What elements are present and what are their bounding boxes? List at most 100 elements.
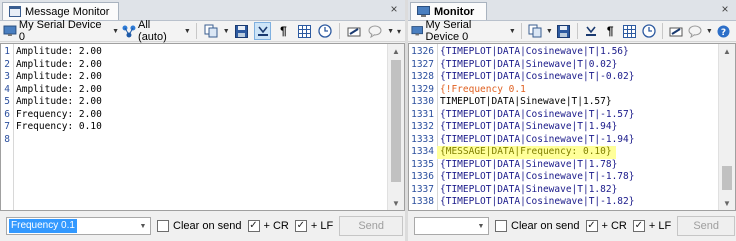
toolbar-separator <box>339 23 341 39</box>
scroll-down-icon[interactable]: ▼ <box>388 196 404 210</box>
log-line: 1334 {MESSAGE|DATA|Frequency: 0.10} <box>409 146 718 159</box>
checkbox-label: Clear on send <box>173 220 242 232</box>
device-label: My Serial Device 0 <box>18 19 102 43</box>
line-text: Frequency: 2.00 <box>16 108 102 120</box>
send-input[interactable]: ▼ <box>414 217 489 235</box>
help-button[interactable]: ? <box>716 22 732 40</box>
line-number: 6 <box>4 108 10 120</box>
line-number: 1329 <box>411 83 434 95</box>
clear-button[interactable] <box>668 22 684 40</box>
send-button[interactable]: Send <box>339 216 404 236</box>
scroll-up-icon[interactable]: ▲ <box>388 44 404 58</box>
monitor-log[interactable]: 1326 {TIMEPLOT|DATA|Cosinewave|T|1.56} 132… <box>408 43 736 211</box>
pilcrow-icon: ¶ <box>606 24 614 38</box>
toolbar: My Serial Device 0 ▼ ▼ ¶ ▼ ? <box>408 19 736 43</box>
show-line-endings-button[interactable]: ¶ <box>274 22 292 40</box>
line-text: {TIMEPLOT|DATA|Cosinewave|T|-1.78} <box>440 171 635 182</box>
checkmark-icon: ✓ <box>632 220 645 232</box>
copy-icon <box>528 24 542 38</box>
grid-icon <box>297 24 311 38</box>
line-number: 1334 <box>411 146 434 157</box>
cr-checkbox[interactable]: ✓ + CR <box>247 220 289 232</box>
timestamp-button[interactable] <box>640 22 656 40</box>
copy-button[interactable] <box>202 22 220 40</box>
line-text: {MESSAGE|DATA|Frequency: 0.10} <box>437 146 616 159</box>
line-number: 1328 <box>411 71 434 82</box>
log-line: 1331 {TIMEPLOT|DATA|Cosinewave|T|-1.57} <box>409 109 718 122</box>
filter-label: All (auto) <box>138 19 167 43</box>
chevron-down-icon[interactable]: ▼ <box>706 28 713 35</box>
autoscroll-button[interactable] <box>583 22 599 40</box>
line-text: {TIMEPLOT|DATA|Cosinewave|T|-0.02} <box>440 71 635 82</box>
clear-button[interactable] <box>345 22 363 40</box>
log-line: 1333 {TIMEPLOT|DATA|Cosinewave|T|-1.94} <box>409 134 718 147</box>
timestamp-button[interactable] <box>316 22 334 40</box>
comment-button[interactable] <box>687 22 703 40</box>
send-input-value: Frequency 0.1 <box>9 219 77 233</box>
toolbar-separator <box>195 23 197 39</box>
line-text: {TIMEPLOT|DATA|Cosinewave|T|-1.57} <box>440 108 635 120</box>
autoscroll-button[interactable] <box>253 22 272 40</box>
line-text <box>13 134 16 147</box>
send-input[interactable]: Frequency 0.1 ▼ <box>6 217 151 235</box>
hex-view-button[interactable] <box>295 22 313 40</box>
close-icon[interactable]: × <box>387 2 401 16</box>
scroll-thumb[interactable] <box>391 60 401 182</box>
comment-button[interactable] <box>366 22 384 40</box>
lf-checkbox[interactable]: ✓ + LF <box>294 220 334 232</box>
filter-selector[interactable]: All (auto) ▼ <box>122 19 191 43</box>
save-button[interactable] <box>233 22 251 40</box>
overflow-chevron-icon[interactable]: ▾ <box>397 27 401 36</box>
chevron-down-icon[interactable]: ▼ <box>136 218 150 234</box>
checkbox-label: + LF <box>310 220 334 232</box>
scroll-up-icon[interactable]: ▲ <box>719 44 735 58</box>
cr-checkbox[interactable]: ✓ + CR <box>585 220 627 232</box>
tab-label: Monitor <box>434 5 475 18</box>
checkmark-icon: ✓ <box>294 220 307 232</box>
monitor-icon <box>417 5 430 17</box>
show-line-endings-button[interactable]: ¶ <box>602 22 618 40</box>
scroll-thumb[interactable] <box>722 166 732 190</box>
vertical-scrollbar[interactable]: ▲ ▼ <box>718 44 735 210</box>
copy-button[interactable] <box>527 22 543 40</box>
close-icon[interactable]: × <box>718 2 732 16</box>
line-number: 1 <box>4 46 10 57</box>
line-text: {TIMEPLOT|DATA|Sinewave|T|1.94} <box>440 121 618 132</box>
scroll-down-icon[interactable]: ▼ <box>719 196 735 210</box>
save-button[interactable] <box>556 22 572 40</box>
chevron-down-icon[interactable]: ▼ <box>223 28 230 35</box>
log-line: 1329 {!Frequency 0.1 <box>409 84 718 97</box>
hex-view-button[interactable] <box>621 22 637 40</box>
chevron-down-icon[interactable]: ▼ <box>387 28 394 35</box>
send-button[interactable]: Send <box>677 216 736 236</box>
tab-monitor[interactable]: Monitor <box>410 2 487 20</box>
chevron-down-icon: ▼ <box>183 27 191 35</box>
send-bar: Frequency 0.1 ▼ Clear on send ✓ + CR ✓ +… <box>0 211 405 241</box>
message-log[interactable]: 1 Amplitude: 2.00 2 Amplitude: 2.00 3 Amplitu… <box>0 43 405 211</box>
log-line: 1332 {TIMEPLOT|DATA|Sinewave|T|1.94} <box>409 121 718 134</box>
tab-strip: Message Monitor × <box>0 0 405 21</box>
clear-on-send-checkbox[interactable]: Clear on send <box>157 220 242 232</box>
line-text: Amplitude: 2.00 <box>16 71 102 82</box>
line-number: 5 <box>4 96 10 107</box>
tab-message-monitor[interactable]: Message Monitor <box>2 2 119 20</box>
log-line: 1338 {TIMEPLOT|DATA|Cosinewave|T|-1.82} <box>409 196 718 209</box>
scroll-to-end-icon <box>257 26 268 36</box>
chevron-down-icon[interactable]: ▼ <box>546 28 553 35</box>
line-text: {TIMEPLOT|DATA|Sinewave|T|1.82} <box>440 183 618 195</box>
help-icon: ? <box>717 25 730 38</box>
speech-bubble-icon <box>688 25 702 38</box>
chevron-down-icon[interactable]: ▼ <box>474 218 488 234</box>
lf-checkbox[interactable]: ✓ + LF <box>632 220 671 232</box>
clear-on-send-checkbox[interactable]: Clear on send <box>495 220 580 232</box>
line-number: 8 <box>4 133 10 145</box>
computer-icon <box>411 26 423 36</box>
device-selector[interactable]: My Serial Device 0 ▼ <box>411 19 516 43</box>
tab-strip: Monitor × <box>408 0 736 21</box>
vertical-scrollbar[interactable]: ▲ ▼ <box>387 44 404 210</box>
device-selector[interactable]: My Serial Device 0 ▼ <box>3 19 119 43</box>
line-text: {!Frequency 0.1 <box>440 83 526 95</box>
device-label: My Serial Device 0 <box>425 19 472 43</box>
log-line: 3 Amplitude: 2.00 <box>1 71 387 84</box>
line-text: TIMEPLOT|DATA|Sinewave|T|1.57} <box>440 96 612 107</box>
